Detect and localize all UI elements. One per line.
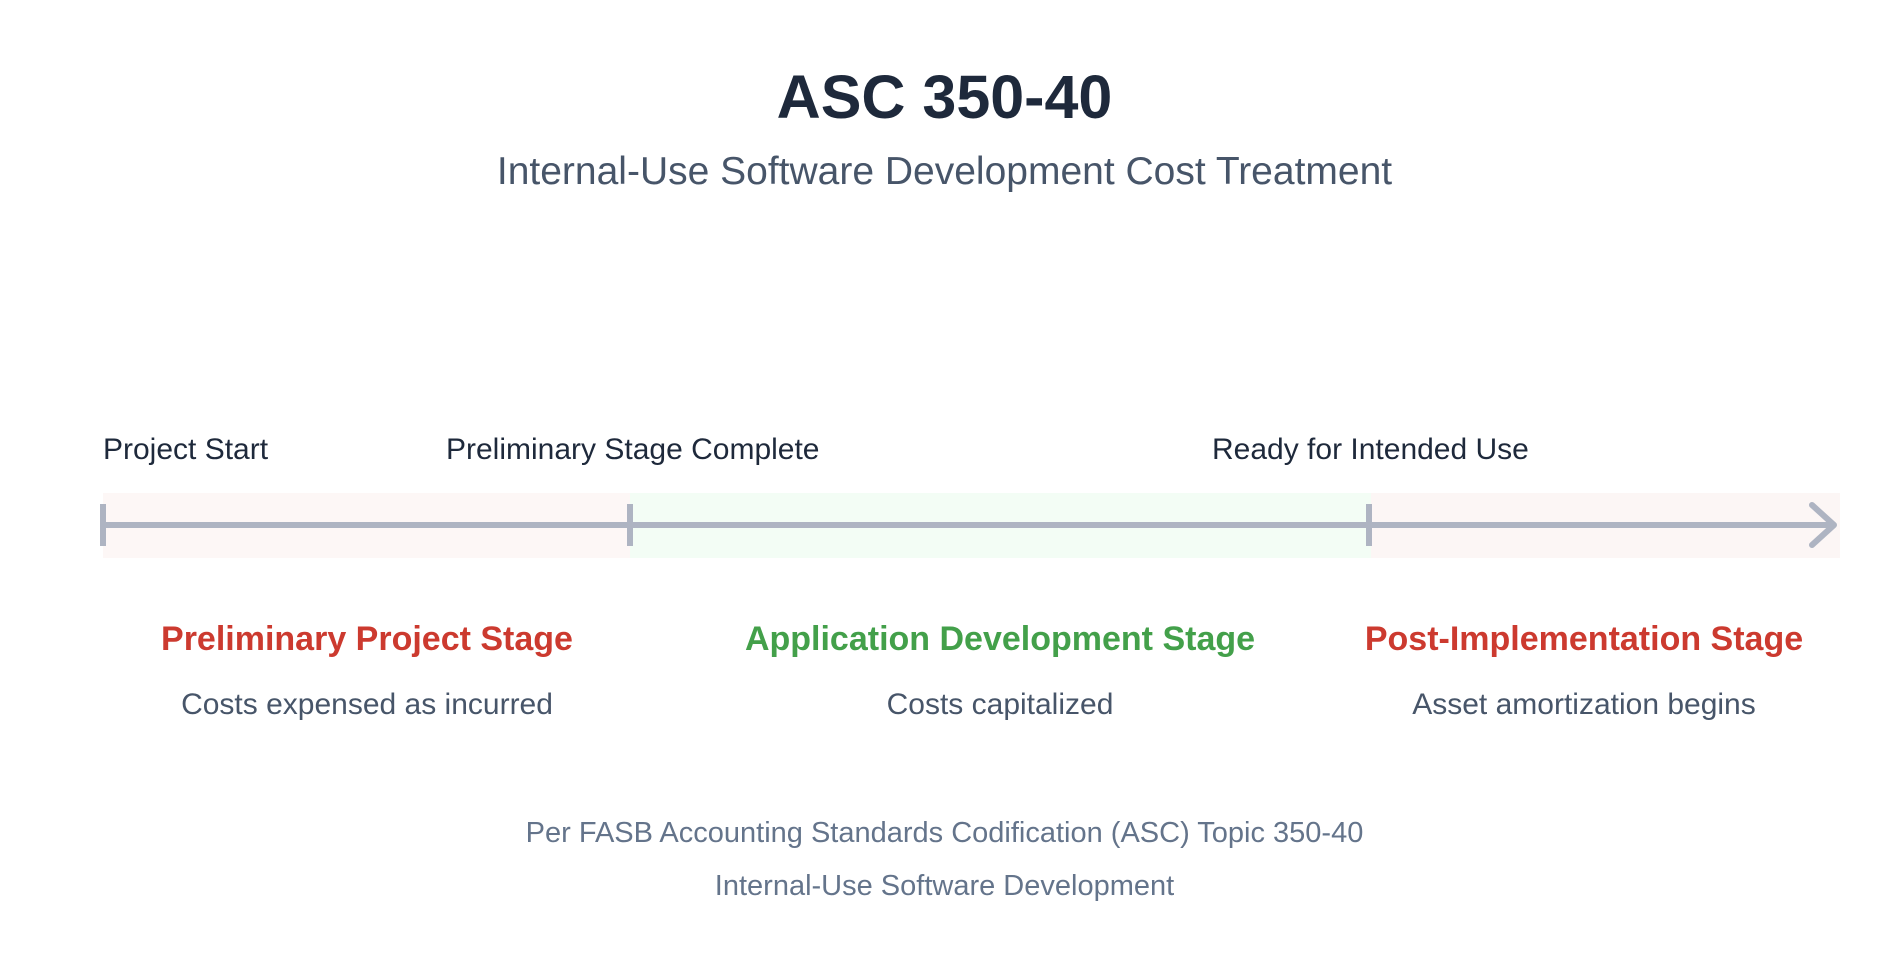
stage-description-application: Costs capitalized (886, 688, 1114, 721)
band-post-implementation-stage (1371, 493, 1840, 558)
band-preliminary-stage (103, 493, 630, 558)
stage-description-preliminary: Costs expensed as incurred (181, 688, 553, 721)
milestone-label-ready-for-use: Ready for Intended Use (1212, 433, 1529, 466)
timeline-axis (100, 502, 1837, 548)
stage-name-post-implementation: Post-Implementation Stage (1364, 620, 1804, 658)
stage-name-preliminary: Preliminary Project Stage (161, 620, 573, 658)
milestone-label-project-start: Project Start (103, 433, 269, 466)
stage-description-post-implementation: Asset amortization begins (1412, 688, 1756, 721)
footer-citation: Per FASB Accounting Standards Codificati… (525, 817, 1364, 849)
band-application-stage (630, 493, 1371, 558)
stage-name-application: Application Development Stage (744, 620, 1256, 658)
page-subtitle: Internal-Use Software Development Cost T… (496, 150, 1393, 193)
milestone-label-preliminary-complete: Preliminary Stage Complete (446, 433, 820, 466)
footer-topic: Internal-Use Software Development (714, 870, 1175, 902)
page-title: ASC 350-40 (776, 63, 1113, 131)
